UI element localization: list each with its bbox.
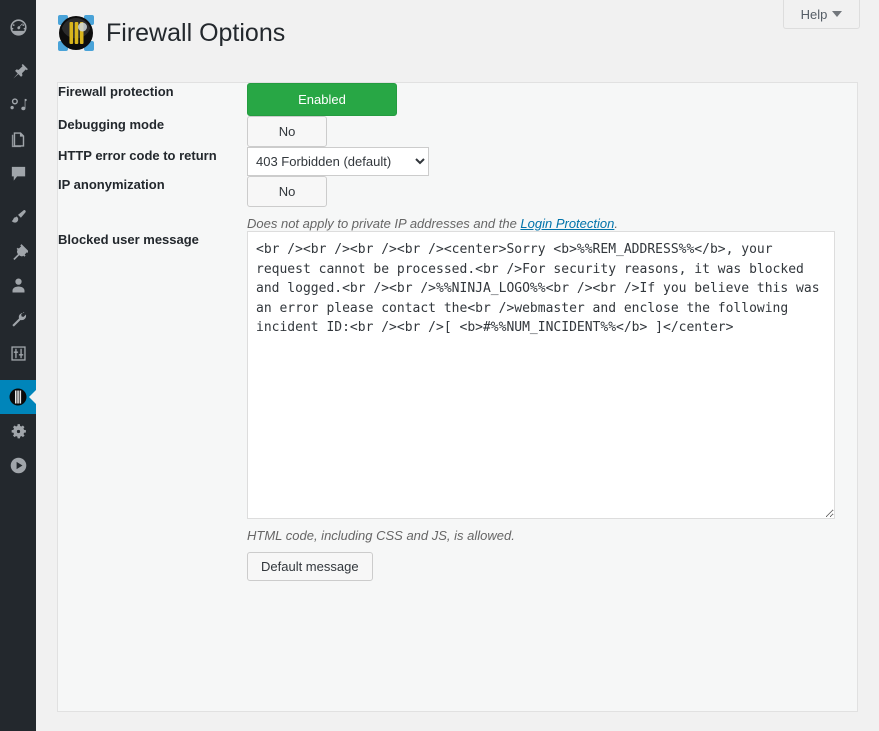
paintbrush-icon — [9, 208, 28, 227]
label-blocked-user-message: Blocked user message — [58, 232, 199, 247]
sidebar-item-users[interactable] — [0, 268, 36, 302]
http-error-code-select[interactable]: 403 Forbidden (default)400 Bad Request40… — [247, 147, 429, 176]
sidebar-item-posts[interactable] — [0, 54, 36, 88]
sidebar-item-plugins[interactable] — [0, 234, 36, 268]
gauge-icon — [9, 18, 28, 37]
blocked-user-message-help: HTML code, including CSS and JS, is allo… — [247, 528, 515, 543]
label-ip-anonymization: IP anonymization — [58, 177, 165, 192]
sliders-icon — [9, 344, 28, 363]
admin-sidebar — [0, 0, 37, 731]
sidebar-item-tools[interactable] — [0, 302, 36, 336]
login-protection-link[interactable]: Login Protection — [520, 216, 614, 231]
row-http-error-code: HTTP error code to return 403 Forbidden … — [58, 147, 857, 176]
page-title: Firewall Options — [106, 18, 286, 47]
sidebar-item-settings[interactable] — [0, 336, 36, 370]
sidebar-item-media[interactable] — [0, 88, 36, 122]
wrench-icon — [9, 310, 28, 329]
gear-icon — [9, 422, 28, 441]
sidebar-item-dashboard[interactable] — [0, 10, 36, 44]
row-ip-anonymization: IP anonymization No Does not apply to pr… — [58, 176, 857, 231]
label-http-error-code: HTTP error code to return — [58, 148, 217, 163]
user-icon — [9, 276, 28, 295]
plug-icon — [9, 242, 29, 261]
sidebar-item-appearance[interactable] — [0, 200, 36, 234]
ninja-logo-icon — [57, 14, 95, 52]
sidebar-item-pages[interactable] — [0, 122, 36, 156]
sidebar-spacer-top — [0, 0, 36, 10]
ip-desc-text-after: . — [614, 216, 618, 231]
ip-anonymization-toggle[interactable]: No — [247, 176, 327, 207]
firewall-options-panel: Firewall protection Enabled Debugging mo… — [57, 82, 858, 712]
help-tab-label: Help — [800, 6, 828, 22]
sidebar-item-comments[interactable] — [0, 156, 36, 190]
ninja-icon — [8, 387, 28, 407]
admin-page: Help Firewall Options Firewall protectio… — [0, 0, 879, 731]
default-message-button[interactable]: Default message — [247, 552, 373, 581]
chevron-down-icon — [832, 11, 843, 17]
row-blocked-user-message: Blocked user message HTML code, includin… — [58, 231, 857, 581]
debugging-mode-toggle[interactable]: No — [247, 116, 327, 147]
sidebar-item-ninjafirewall[interactable] — [0, 380, 37, 414]
pages-icon — [9, 130, 28, 149]
label-debugging-mode: Debugging mode — [58, 117, 165, 132]
ip-desc-text-before: Does not apply to private IP addresses a… — [247, 216, 521, 231]
page-header: Firewall Options — [57, 14, 285, 52]
firewall-protection-toggle[interactable]: Enabled — [247, 83, 397, 116]
sidebar-item-options[interactable] — [0, 414, 36, 448]
media-icon — [9, 96, 28, 115]
label-firewall-protection: Firewall protection — [58, 84, 174, 99]
content-wrap: Help Firewall Options Firewall protectio… — [36, 0, 879, 731]
ip-anonymization-description: Does not apply to private IP addresses a… — [247, 216, 857, 231]
pin-icon — [9, 62, 28, 81]
row-debugging-mode: Debugging mode No — [58, 116, 857, 147]
options-form-table: Firewall protection Enabled Debugging mo… — [58, 83, 857, 581]
blocked-user-message-textarea[interactable] — [247, 231, 835, 519]
play-circle-icon — [9, 456, 28, 475]
row-firewall-protection: Firewall protection Enabled — [58, 83, 857, 116]
sidebar-item-player[interactable] — [0, 448, 36, 482]
help-tab-button[interactable]: Help — [783, 0, 860, 29]
comment-icon — [9, 164, 28, 183]
